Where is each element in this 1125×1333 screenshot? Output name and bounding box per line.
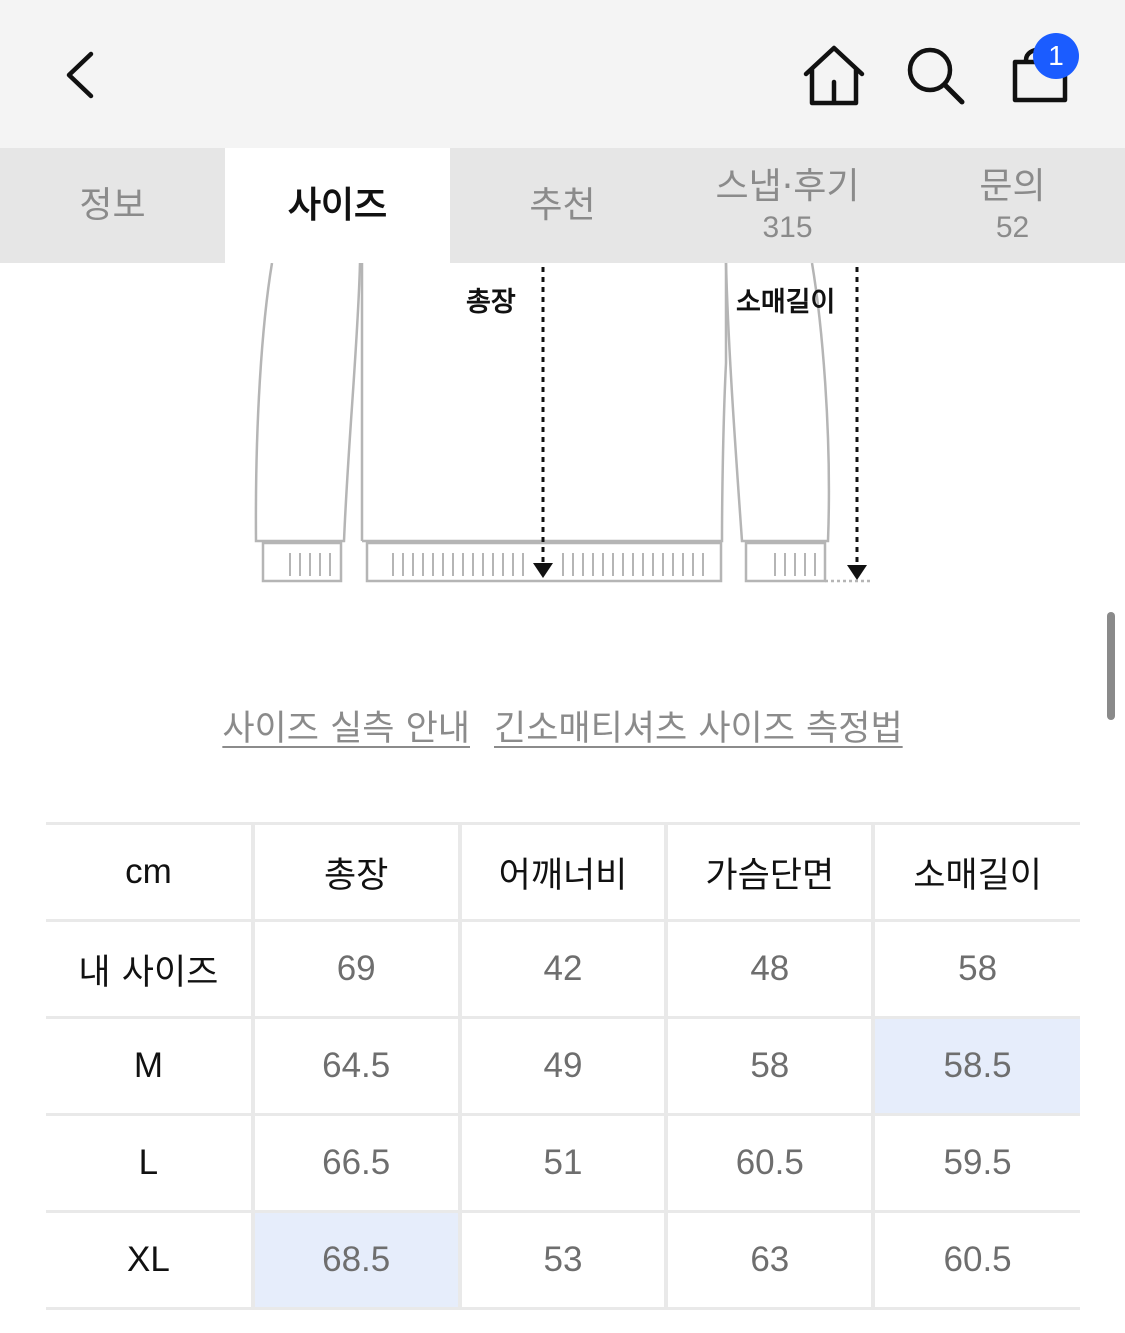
tab-count: 52	[995, 210, 1030, 244]
tab-label: 문의	[979, 165, 1046, 207]
search-icon	[907, 47, 965, 105]
table-header: cm	[46, 822, 255, 922]
table-cell: 49	[459, 1016, 669, 1116]
product-tabs: 정보 사이즈 추천 스냅·후기 315 문의 52	[0, 148, 1125, 263]
table-header: 총장	[252, 822, 462, 922]
table-row: 내 사이즈 69 42 48 58	[46, 919, 1080, 1019]
table-cell: 58	[666, 1016, 876, 1116]
table-cell: 51	[459, 1113, 669, 1213]
table-row: M 64.5 49 58 58.5	[46, 1016, 1080, 1116]
table-cell: 64.5	[252, 1016, 462, 1116]
table-cell-highlighted: 68.5	[252, 1210, 462, 1310]
size-table: cm 총장 어깨너비 가슴단면 소매길이 내 사이즈 69 42 48 58 M…	[46, 822, 1080, 1310]
home-icon	[803, 45, 865, 106]
table-cell: 66.5	[252, 1113, 462, 1213]
table-row: XL 68.5 53 63 60.5	[46, 1210, 1080, 1310]
table-row: L 66.5 51 60.5 59.5	[46, 1113, 1080, 1213]
table-header: 소매길이	[873, 822, 1080, 922]
size-measurement-diagram: 총장 소매길이	[0, 263, 1125, 603]
tab-label: 사이즈	[287, 184, 388, 226]
tab-inquiry[interactable]: 문의 52	[900, 148, 1125, 263]
table-cell: 60.5	[873, 1210, 1080, 1310]
size-guide-link[interactable]: 사이즈 실측 안내	[222, 700, 470, 750]
table-cell: 53	[459, 1210, 669, 1310]
sweatshirt-outline-illustration	[254, 263, 872, 583]
length-arrow-head	[533, 563, 553, 578]
top-navigation-bar: 1	[0, 0, 1125, 148]
tab-size[interactable]: 사이즈	[225, 148, 450, 263]
length-label: 총장	[466, 287, 516, 318]
row-label: 내 사이즈	[46, 919, 255, 1019]
table-header: 어깨너비	[459, 822, 669, 922]
tab-snap-review[interactable]: 스냅·후기 315	[675, 148, 900, 263]
table-cell-highlighted: 58.5	[873, 1016, 1080, 1116]
chevron-left-icon	[66, 51, 94, 99]
table-cell: 48	[666, 919, 876, 1019]
search-button[interactable]	[902, 42, 970, 110]
cart-count-badge: 1	[1033, 33, 1079, 79]
size-guide-links: 사이즈 실측 안내 긴소매티셔츠 사이즈 측정법	[0, 700, 1125, 750]
tab-recommend[interactable]: 추천	[450, 148, 675, 263]
table-header: 가슴단면	[666, 822, 876, 922]
table-header-row: cm 총장 어깨너비 가슴단면 소매길이	[46, 822, 1080, 922]
sleeve-length-label: 소매길이	[736, 287, 836, 318]
tab-label: 스냅·후기	[715, 165, 860, 207]
row-label: XL	[46, 1210, 255, 1310]
row-label: M	[46, 1016, 255, 1116]
table-cell: 63	[666, 1210, 876, 1310]
table-cell: 58	[873, 919, 1080, 1019]
tab-count: 315	[762, 210, 813, 244]
back-button[interactable]	[55, 44, 115, 104]
measure-method-link[interactable]: 긴소매티셔츠 사이즈 측정법	[494, 700, 903, 750]
table-cell: 59.5	[873, 1113, 1080, 1213]
table-cell: 60.5	[666, 1113, 876, 1213]
row-label: L	[46, 1113, 255, 1213]
tab-label: 정보	[79, 184, 146, 226]
tab-info[interactable]: 정보	[0, 148, 225, 263]
tab-label: 추천	[529, 184, 596, 226]
home-button[interactable]	[800, 42, 868, 110]
table-cell: 69	[252, 919, 462, 1019]
sleeve-arrow-head	[847, 565, 867, 580]
table-cell: 42	[459, 919, 669, 1019]
